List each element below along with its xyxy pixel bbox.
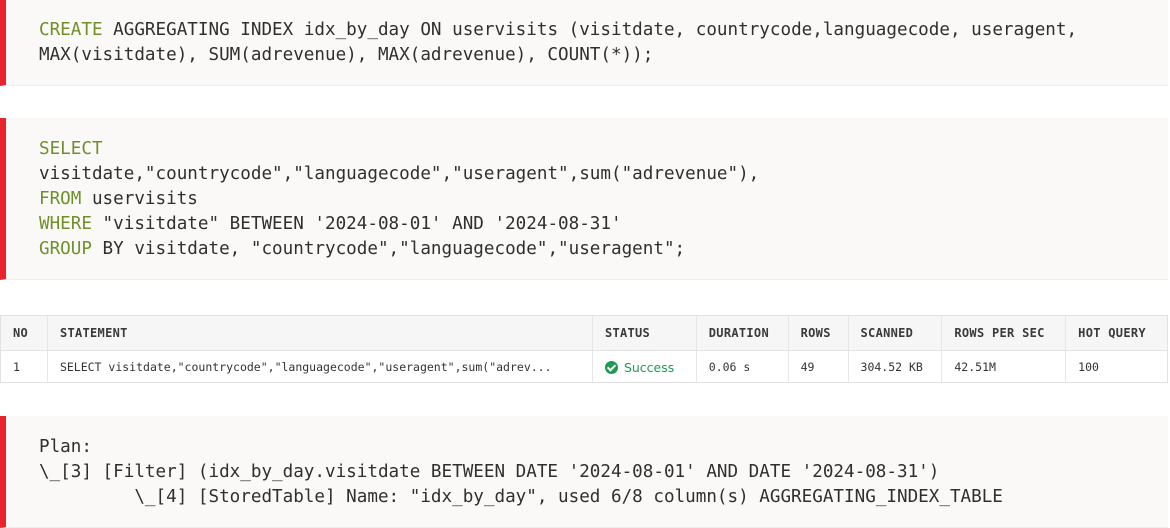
header-rows: ROWS <box>789 316 849 350</box>
header-statement: STATEMENT <box>48 316 593 350</box>
cell-status: Success <box>593 351 697 383</box>
query-plan-block: Plan: \_[3] [Filter] (idx_by_day.visitda… <box>0 416 1168 528</box>
header-duration: DURATION <box>697 316 789 350</box>
header-status: STATUS <box>593 316 697 350</box>
status-badge: Success <box>623 359 675 375</box>
table-row[interactable]: 1 SELECT visitdate,"countrycode","langua… <box>1 351 1167 383</box>
from-line: uservisits <box>81 189 198 209</box>
plan-title: Plan: <box>39 437 92 457</box>
success-check-icon <box>604 360 618 374</box>
create-index-code-block: CREATE AGGREGATING INDEX idx_by_day ON u… <box>0 0 1168 86</box>
query-plan-code: Plan: \_[3] [Filter] (idx_by_day.visitda… <box>39 435 1003 510</box>
keyword-create: CREATE <box>39 20 103 40</box>
select-query-code: SELECT visitdate,"countrycode","language… <box>39 137 759 262</box>
select-query-code-block: SELECT visitdate,"countrycode","language… <box>0 118 1168 280</box>
create-index-code: CREATE AGGREGATING INDEX idx_by_day ON u… <box>39 18 1077 68</box>
create-line-2: MAX(visitdate), SUM(adrevenue), MAX(adre… <box>39 45 654 65</box>
header-hot-query: HOT QUERY <box>1078 326 1146 340</box>
select-columns-line: visitdate,"countrycode","languagecode","… <box>39 164 760 184</box>
keyword-group: GROUP <box>39 239 92 259</box>
cell-rows-per-sec: 42.51M <box>942 351 1067 383</box>
cell-rows: 49 <box>789 351 849 383</box>
keyword-from: FROM <box>39 189 82 209</box>
header-rows-per-sec: ROWS PER SEC <box>942 316 1067 350</box>
keyword-where: WHERE <box>39 214 92 234</box>
plan-filter-line: \_[3] [Filter] (idx_by_day.visitdate BET… <box>39 462 940 482</box>
cell-duration: 0.06 s <box>697 351 789 383</box>
keyword-select: SELECT <box>39 139 103 159</box>
create-line-1: AGGREGATING INDEX idx_by_day ON uservisi… <box>102 20 1078 40</box>
cell-scanned: 304.52 KB <box>849 351 943 383</box>
statement-text: SELECT visitdate,"countrycode","language… <box>59 360 552 374</box>
cell-no: 1 <box>1 351 48 383</box>
header-scanned: SCANNED <box>849 316 943 350</box>
cell-hot-query: 100 <box>1078 360 1099 374</box>
cell-statement[interactable]: SELECT visitdate,"countrycode","language… <box>48 351 593 383</box>
group-by-line: BY visitdate, "countrycode","languagecod… <box>91 239 686 259</box>
plan-storedtable-line: \_[4] [StoredTable] Name: "idx_by_day", … <box>39 487 1003 507</box>
query-result-table: NO STATEMENT STATUS DURATION ROWS SCANNE… <box>0 315 1168 383</box>
header-no: NO <box>1 316 48 350</box>
table-header-row: NO STATEMENT STATUS DURATION ROWS SCANNE… <box>1 316 1167 351</box>
where-line: "visitdate" BETWEEN '2024-08-01' AND '20… <box>91 214 622 234</box>
